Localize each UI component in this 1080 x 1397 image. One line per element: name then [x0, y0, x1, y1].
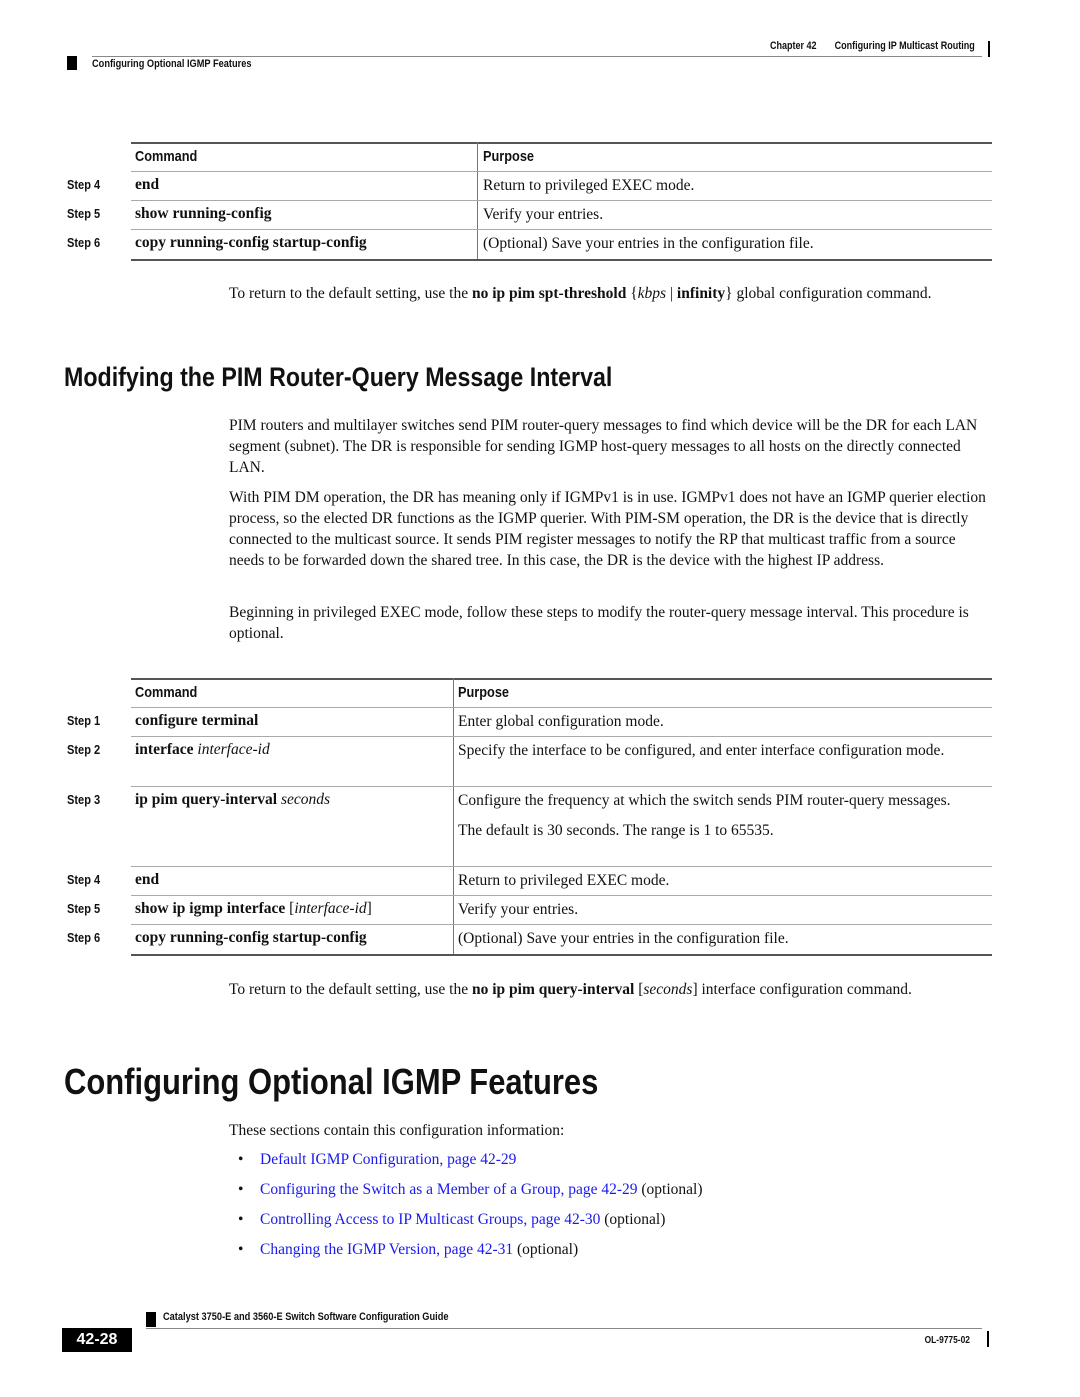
list-item: • Controlling Access to IP Multicast Gro…	[229, 1209, 989, 1239]
paragraph-spt-default: To return to the default setting, use th…	[229, 285, 932, 302]
table-row: show ip igmp interface [interface-id] Ve…	[131, 896, 992, 925]
header-marker	[67, 56, 77, 70]
command-text: copy running-config startup-config	[135, 234, 367, 251]
purpose-text: Verify your entries.	[458, 901, 579, 918]
table-row: copy running-config startup-config (Opti…	[131, 230, 992, 261]
table-row: copy running-config startup-config (Opti…	[131, 925, 992, 956]
footer-doc-id: OL-9775-02	[924, 1335, 970, 1346]
link-switch-member-of-group[interactable]: Configuring the Switch as a Member of a …	[260, 1181, 638, 1198]
footer-guide-title: Catalyst 3750-E and 3560-E Switch Softwa…	[163, 1311, 449, 1323]
step-label: Step 3	[67, 792, 101, 807]
paragraph-query-interval-default: To return to the default setting, use th…	[229, 981, 912, 998]
table-row: end Return to privileged EXEC mode.	[131, 867, 992, 896]
column-header-purpose: Purpose	[483, 148, 535, 165]
footer-rule	[146, 1328, 982, 1329]
list-item: • Default IGMP Configuration, page 42-29	[229, 1149, 989, 1179]
command-text: configure terminal	[135, 712, 259, 729]
topic-list: • Default IGMP Configuration, page 42-29…	[229, 1149, 989, 1269]
footer-marker	[146, 1312, 156, 1327]
paragraph: With PIM DM operation, the DR has meanin…	[229, 489, 986, 569]
table-header-row: Command Purpose	[131, 144, 992, 172]
column-header-purpose: Purpose	[458, 684, 510, 701]
chapter-title: Configuring IP Multicast Routing	[834, 40, 975, 52]
link-changing-igmp-version[interactable]: Changing the IGMP Version, page 42-31	[260, 1241, 513, 1258]
link-default-igmp-configuration[interactable]: Default IGMP Configuration, page 42-29	[260, 1151, 516, 1168]
step-label: Step 5	[67, 206, 101, 221]
command-text: show ip igmp interface [interface-id]	[135, 900, 372, 917]
header-section-title: Configuring Optional IGMP Features	[92, 58, 252, 70]
bullet-icon: •	[238, 1151, 244, 1168]
command-text: show running-config	[135, 205, 272, 222]
paragraph: Beginning in privileged EXEC mode, follo…	[229, 604, 969, 642]
purpose-text: Enter global configuration mode.	[458, 713, 664, 730]
purpose-text: Specify the interface to be configured, …	[458, 742, 945, 759]
header-bar	[988, 41, 990, 57]
purpose-text: (Optional) Save your entries in the conf…	[458, 930, 789, 947]
step-label: Step 2	[67, 742, 101, 757]
command-keyword: no ip pim spt-threshold	[471, 285, 627, 302]
step-label: Step 4	[67, 177, 101, 192]
command-text: end	[135, 176, 160, 193]
table-row: configure terminal Enter global configur…	[131, 708, 992, 737]
footer-bar	[987, 1331, 989, 1347]
command-text: interface interface-id	[135, 741, 270, 758]
purpose-text: Return to privileged EXEC mode.	[483, 177, 695, 194]
purpose-text: Return to privileged EXEC mode.	[458, 872, 670, 889]
steps-table-2: Command Purpose configure terminal Enter…	[131, 678, 992, 956]
bullet-icon: •	[238, 1241, 244, 1258]
command-text: copy running-config startup-config	[135, 929, 367, 946]
steps-table-1: Command Purpose end Return to privileged…	[131, 142, 992, 261]
command-text: end	[135, 871, 160, 888]
table-header-row: Command Purpose	[131, 680, 992, 708]
purpose-text: (Optional) Save your entries in the conf…	[483, 235, 814, 252]
purpose-text: Verify your entries.	[483, 206, 604, 223]
list-item: • Configuring the Switch as a Member of …	[229, 1179, 989, 1209]
paragraph: PIM routers and multilayer switches send…	[229, 417, 978, 476]
header-chapter: Chapter 42 Configuring IP Multicast Routi…	[770, 40, 975, 52]
link-controlling-access-multicast-groups[interactable]: Controlling Access to IP Multicast Group…	[260, 1211, 600, 1228]
column-header-command: Command	[135, 684, 198, 701]
command-keyword: no ip pim query-interval	[471, 981, 635, 998]
table-row: show running-config Verify your entries.	[131, 201, 992, 230]
table-row: end Return to privileged EXEC mode.	[131, 172, 992, 201]
table-row: ip pim query-interval seconds Configure …	[131, 787, 992, 867]
bullet-icon: •	[238, 1181, 244, 1198]
table-row: interface interface-id Specify the inter…	[131, 737, 992, 787]
header-rule	[92, 56, 982, 57]
step-label: Step 5	[67, 901, 101, 916]
section-heading-pim-query-interval: Modifying the PIM Router-Query Message I…	[64, 362, 613, 392]
page-number: 42-28	[62, 1328, 132, 1352]
step-label: Step 6	[67, 930, 101, 945]
step-label: Step 1	[67, 713, 101, 728]
section-heading-optional-igmp: Configuring Optional IGMP Features	[64, 1061, 599, 1102]
bullet-icon: •	[238, 1211, 244, 1228]
step-label: Step 6	[67, 235, 101, 250]
command-text: ip pim query-interval seconds	[135, 791, 331, 808]
purpose-text: Configure the frequency at which the swi…	[458, 792, 951, 839]
list-item: • Changing the IGMP Version, page 42-31 …	[229, 1239, 989, 1269]
chapter-number: Chapter 42	[770, 40, 817, 52]
paragraph-intro: These sections contain this configuratio…	[229, 1122, 565, 1139]
column-header-command: Command	[135, 148, 198, 165]
step-label: Step 4	[67, 872, 101, 887]
